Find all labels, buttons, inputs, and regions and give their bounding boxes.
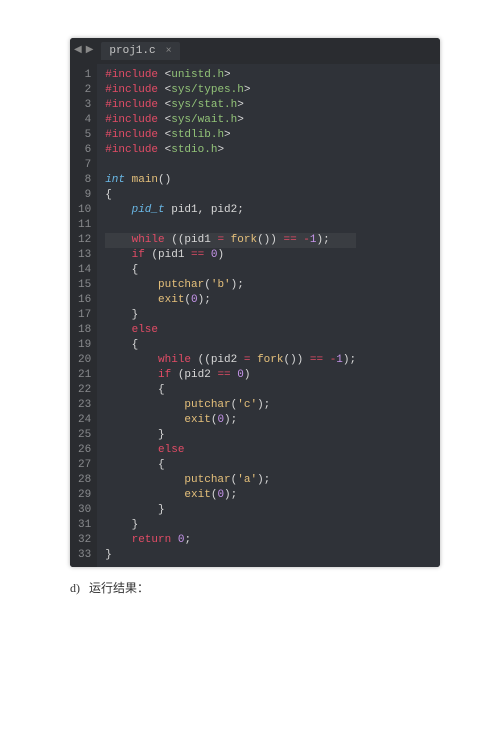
code-line[interactable]: else — [105, 323, 356, 338]
code-line[interactable]: pid_t pid1, pid2; — [105, 203, 356, 218]
code-line[interactable]: } — [105, 503, 356, 518]
line-number: 22 — [78, 383, 91, 398]
line-number: 4 — [78, 113, 91, 128]
code-line[interactable]: exit(0); — [105, 488, 356, 503]
line-number: 5 — [78, 128, 91, 143]
caption-item-text: 运行结果： — [89, 581, 149, 595]
line-number: 3 — [78, 98, 91, 113]
code-line[interactable]: int main() — [105, 173, 356, 188]
line-number: 21 — [78, 368, 91, 383]
line-number: 19 — [78, 338, 91, 353]
line-number: 14 — [78, 263, 91, 278]
code-line[interactable]: #include <sys/stat.h> — [105, 98, 356, 113]
line-number: 33 — [78, 548, 91, 563]
line-number: 28 — [78, 473, 91, 488]
line-number: 23 — [78, 398, 91, 413]
code-line[interactable]: putchar('c'); — [105, 398, 356, 413]
code-line[interactable] — [105, 158, 356, 173]
line-number: 9 — [78, 188, 91, 203]
code-line[interactable]: exit(0); — [105, 293, 356, 308]
line-number: 13 — [78, 248, 91, 263]
line-number: 15 — [78, 278, 91, 293]
code-line[interactable]: if (pid2 == 0) — [105, 368, 356, 383]
line-number-gutter: 1234567891011121314151617181920212223242… — [70, 64, 97, 567]
code-line[interactable]: } — [105, 548, 356, 563]
close-icon[interactable]: × — [166, 46, 172, 57]
caption-item-label: d) — [70, 581, 80, 595]
code-line[interactable]: } — [105, 518, 356, 533]
line-number: 25 — [78, 428, 91, 443]
code-line[interactable]: #include <unistd.h> — [105, 68, 356, 83]
code-line[interactable]: { — [105, 458, 356, 473]
code-line[interactable]: { — [105, 383, 356, 398]
code-line[interactable]: while ((pid2 = fork()) == -1); — [105, 353, 356, 368]
code-line[interactable]: else — [105, 443, 356, 458]
tab-bar: ◀ ▶ proj1.c × — [70, 38, 440, 64]
line-number: 16 — [78, 293, 91, 308]
line-number: 12 — [78, 233, 91, 248]
tab-label: proj1.c — [109, 45, 155, 57]
line-number: 27 — [78, 458, 91, 473]
code-line[interactable]: { — [105, 338, 356, 353]
code-line[interactable]: #include <sys/types.h> — [105, 83, 356, 98]
line-number: 8 — [78, 173, 91, 188]
line-number: 2 — [78, 83, 91, 98]
code-line[interactable]: return 0; — [105, 533, 356, 548]
line-number: 11 — [78, 218, 91, 233]
code-line[interactable]: } — [105, 428, 356, 443]
line-number: 20 — [78, 353, 91, 368]
caption: d) 运行结果： — [70, 579, 500, 596]
code-editor[interactable]: 1234567891011121314151617181920212223242… — [70, 64, 440, 567]
code-line[interactable]: { — [105, 188, 356, 203]
nav-arrows: ◀ ▶ — [74, 46, 93, 56]
line-number: 10 — [78, 203, 91, 218]
code-line[interactable]: putchar('a'); — [105, 473, 356, 488]
editor-window: ◀ ▶ proj1.c × 12345678910111213141516171… — [70, 38, 440, 567]
line-number: 26 — [78, 443, 91, 458]
code-line[interactable]: if (pid1 == 0) — [105, 248, 356, 263]
line-number: 30 — [78, 503, 91, 518]
code-area[interactable]: #include <unistd.h>#include <sys/types.h… — [97, 64, 362, 567]
line-number: 6 — [78, 143, 91, 158]
line-number: 31 — [78, 518, 91, 533]
line-number: 7 — [78, 158, 91, 173]
code-line[interactable]: while ((pid1 = fork()) == -1); — [105, 233, 356, 248]
nav-back-icon[interactable]: ◀ — [74, 46, 82, 56]
code-line[interactable]: } — [105, 308, 356, 323]
line-number: 24 — [78, 413, 91, 428]
code-line[interactable]: { — [105, 263, 356, 278]
file-tab[interactable]: proj1.c × — [101, 42, 179, 60]
code-line[interactable]: #include <stdlib.h> — [105, 128, 356, 143]
code-line[interactable]: #include <sys/wait.h> — [105, 113, 356, 128]
line-number: 29 — [78, 488, 91, 503]
line-number: 1 — [78, 68, 91, 83]
code-line[interactable]: putchar('b'); — [105, 278, 356, 293]
line-number: 32 — [78, 533, 91, 548]
line-number: 18 — [78, 323, 91, 338]
line-number: 17 — [78, 308, 91, 323]
code-line[interactable] — [105, 218, 356, 233]
code-line[interactable]: #include <stdio.h> — [105, 143, 356, 158]
nav-forward-icon[interactable]: ▶ — [86, 46, 94, 56]
code-line[interactable]: exit(0); — [105, 413, 356, 428]
